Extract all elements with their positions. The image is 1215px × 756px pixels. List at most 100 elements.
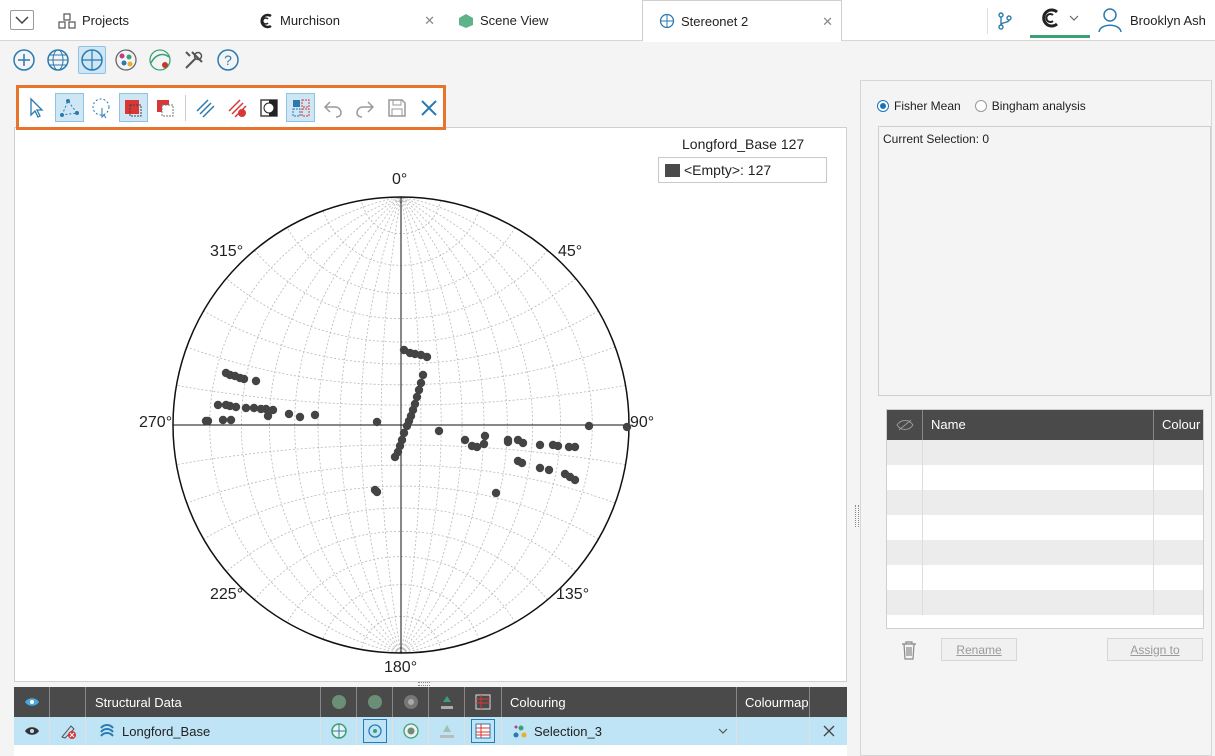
fisher-mean-radio[interactable]: Fisher Mean	[877, 99, 961, 113]
help-button[interactable]: ?	[214, 46, 242, 74]
leapfrog-menu-button[interactable]	[1030, 0, 1090, 38]
user-menu[interactable]: Brooklyn Ash	[1098, 6, 1206, 34]
save-icon	[387, 98, 406, 117]
pole-point[interactable]	[241, 403, 251, 413]
pole-point[interactable]	[553, 441, 563, 451]
clear-selection-button[interactable]	[223, 93, 252, 122]
contours-toggle[interactable]	[393, 717, 429, 745]
pole-point[interactable]	[491, 488, 501, 498]
hide-column-header[interactable]	[429, 687, 465, 717]
pole-point[interactable]	[584, 421, 594, 431]
split-view-button[interactable]	[286, 93, 316, 122]
delete-button[interactable]	[899, 639, 919, 661]
circle-select-button[interactable]	[87, 93, 116, 122]
remove-row-button[interactable]	[810, 717, 847, 745]
tab-scene-view[interactable]: Scene View	[458, 0, 638, 41]
vertical-splitter-handle[interactable]	[855, 505, 859, 527]
table-toggle[interactable]	[465, 717, 502, 745]
save-button[interactable]	[382, 93, 411, 122]
pole-point[interactable]	[251, 376, 261, 386]
structural-data-header[interactable]: Structural Data	[86, 687, 321, 717]
pole-point[interactable]	[535, 440, 545, 450]
rename-button[interactable]: Rename	[941, 638, 1017, 661]
colourmap-header[interactable]: Colourmap	[737, 687, 810, 717]
pointer-icon	[30, 96, 45, 118]
tab-stereonet[interactable]: Stereonet 2 ✕	[642, 0, 842, 42]
pole-point[interactable]	[479, 439, 489, 449]
legend-entry[interactable]: <Empty>: 127	[658, 157, 827, 183]
colouring-header[interactable]: Colouring	[502, 687, 737, 717]
colour-column-header[interactable]: Colour	[1153, 410, 1200, 440]
pole-point[interactable]	[239, 374, 249, 384]
pole-point[interactable]	[226, 415, 236, 425]
pole-point[interactable]	[480, 431, 490, 441]
assign-button[interactable]: Assign to	[1107, 638, 1203, 661]
pole-point[interactable]	[544, 465, 554, 475]
pole-point[interactable]	[517, 458, 527, 468]
pole-point[interactable]	[231, 402, 241, 412]
great-circle-button[interactable]	[146, 46, 174, 74]
planes-toggle[interactable]	[357, 717, 393, 745]
remove-selection-button[interactable]	[151, 93, 180, 122]
divider	[184, 94, 186, 121]
select-all-button[interactable]	[191, 93, 220, 122]
structural-data-name-cell[interactable]: Longford_Base	[86, 717, 321, 745]
table-row[interactable]: Longford_Base Selection_3	[14, 717, 847, 745]
close-toolbar-button[interactable]	[414, 93, 443, 122]
pole-point[interactable]	[570, 475, 580, 485]
close-icon[interactable]: ✕	[822, 14, 833, 30]
pole-point[interactable]	[284, 409, 294, 419]
table-column-header[interactable]	[465, 687, 502, 717]
pole-point[interactable]	[434, 426, 444, 436]
visibility-toggle[interactable]	[14, 717, 50, 745]
bingham-radio[interactable]: Bingham analysis	[974, 99, 1086, 113]
add-button[interactable]	[10, 46, 38, 74]
pole-point[interactable]	[310, 410, 320, 420]
globe-settings-button[interactable]	[44, 46, 72, 74]
colouring-select[interactable]: Selection_3	[502, 717, 737, 745]
pole-point[interactable]	[295, 412, 305, 422]
poles-toggle[interactable]	[321, 717, 357, 745]
pole-point[interactable]	[570, 442, 580, 452]
close-icon[interactable]: ✕	[424, 13, 435, 29]
point-colour-button[interactable]	[112, 46, 140, 74]
pole-point[interactable]	[503, 437, 513, 447]
polygon-select-button[interactable]	[54, 93, 84, 122]
undo-button[interactable]	[318, 93, 347, 122]
tab-murchison[interactable]: Murchison ✕	[258, 0, 443, 41]
list-item	[887, 490, 1203, 515]
pole-point[interactable]	[203, 416, 213, 426]
pole-point[interactable]	[263, 411, 273, 421]
redo-button[interactable]	[350, 93, 379, 122]
branch-button[interactable]	[993, 10, 1017, 32]
planes-column-header[interactable]	[357, 687, 393, 717]
name-column-header[interactable]: Name	[922, 410, 1153, 440]
pole-point[interactable]	[418, 370, 428, 380]
pole-point[interactable]	[218, 415, 228, 425]
eye-hidden-icon[interactable]	[896, 419, 914, 431]
tab-projects[interactable]: Projects	[58, 0, 248, 41]
edit-toggle[interactable]	[50, 717, 86, 745]
pole-point[interactable]	[535, 463, 545, 473]
invert-selection-button[interactable]	[254, 93, 283, 122]
visibility-column-header[interactable]	[14, 687, 50, 717]
splitter-handle[interactable]	[418, 682, 430, 686]
plus-circle-icon	[13, 49, 35, 71]
pole-point[interactable]	[372, 487, 382, 497]
colourmap-cell[interactable]	[737, 717, 810, 745]
pole-point[interactable]	[460, 435, 470, 445]
menu-dropdown-button[interactable]	[10, 10, 34, 30]
layer-toggle[interactable]	[429, 717, 465, 745]
pole-point[interactable]	[390, 452, 400, 462]
tools-button[interactable]	[180, 46, 208, 74]
pole-point[interactable]	[372, 417, 382, 427]
leapfrog-logo-icon	[1042, 8, 1058, 27]
poles-column-header[interactable]	[321, 687, 357, 717]
pole-point[interactable]	[422, 352, 432, 362]
pole-point[interactable]	[513, 435, 523, 445]
add-selection-button[interactable]	[118, 93, 148, 122]
stereonet-view-button[interactable]	[78, 46, 106, 74]
pole-point[interactable]	[213, 400, 223, 410]
select-pointer-button[interactable]	[23, 93, 52, 122]
contours-column-header[interactable]	[393, 687, 429, 717]
